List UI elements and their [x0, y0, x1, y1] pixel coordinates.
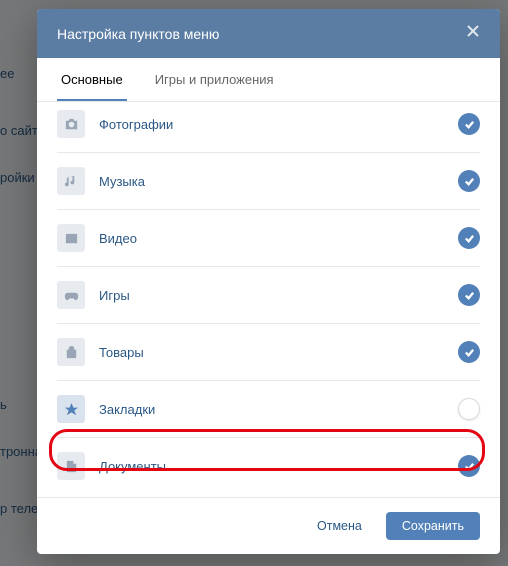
modal-title: Настройка пунктов меню: [57, 26, 219, 42]
tabs: Основные Игры и приложения: [37, 58, 500, 102]
toggle-button[interactable]: [458, 398, 480, 420]
menu-item-label: Музыка: [99, 174, 458, 189]
modal-header: Настройка пунктов меню: [37, 9, 500, 58]
gamepad-icon: [57, 281, 85, 309]
toggle-button[interactable]: [458, 170, 480, 192]
menu-item-goods: Товары: [57, 323, 480, 380]
menu-item-music: Музыка: [57, 152, 480, 209]
video-icon: [57, 224, 85, 252]
menu-item-label: Закладки: [99, 402, 458, 417]
bag-icon: [57, 338, 85, 366]
menu-item-label: Игры: [99, 288, 458, 303]
menu-item-label: Фотографии: [99, 117, 458, 132]
menu-item-bookmarks: Закладки: [57, 380, 480, 437]
tab-main[interactable]: Основные: [57, 58, 127, 101]
toggle-button[interactable]: [458, 113, 480, 135]
toggle-button[interactable]: [458, 227, 480, 249]
modal-footer: Отмена Сохранить: [37, 497, 500, 554]
save-button[interactable]: Сохранить: [386, 512, 480, 540]
toggle-button[interactable]: [458, 455, 480, 477]
tab-games-apps[interactable]: Игры и приложения: [151, 58, 278, 101]
menu-item-label: Товары: [99, 345, 458, 360]
camera-icon: [57, 110, 85, 138]
close-icon[interactable]: [466, 24, 480, 43]
toggle-button[interactable]: [458, 284, 480, 306]
music-icon: [57, 167, 85, 195]
menu-item-photos: Фотографии: [57, 102, 480, 152]
cancel-button[interactable]: Отмена: [301, 512, 378, 540]
star-icon: [57, 395, 85, 423]
menu-settings-modal: Настройка пунктов меню Основные Игры и п…: [37, 9, 500, 554]
document-icon: [57, 452, 85, 480]
toggle-button[interactable]: [458, 341, 480, 363]
menu-item-label: Документы: [99, 459, 458, 474]
menu-item-video: Видео: [57, 209, 480, 266]
menu-item-games: Игры: [57, 266, 480, 323]
menu-item-label: Видео: [99, 231, 458, 246]
menu-items-list[interactable]: Фотографии Музыка Видео Игры Товары Закл…: [37, 102, 500, 497]
menu-item-documents: Документы: [57, 437, 480, 494]
